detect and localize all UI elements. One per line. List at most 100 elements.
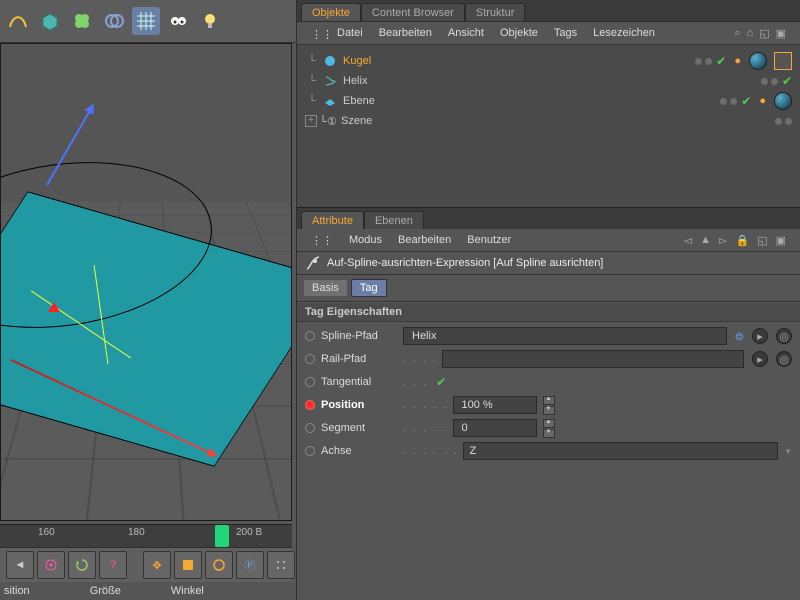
section-header: Tag Eigenschaften [297,302,800,322]
grid-tool-icon[interactable] [132,7,160,35]
position-input[interactable] [460,398,530,412]
param-tangential: Tangential . . . ✔ [297,372,800,392]
scale-button[interactable] [174,551,202,579]
param-segment: Segment . . . . . ▲▼ [297,418,800,438]
expand-icon[interactable]: ▣ [776,27,786,40]
chip-tag[interactable]: Tag [351,279,387,297]
bulb-tool-icon[interactable] [196,7,224,35]
lock-icon[interactable]: 🔒 [735,234,749,247]
picker-button[interactable]: ▸ [752,328,768,344]
dropdown-arrow-icon[interactable]: ▼ [784,447,792,456]
keyframe-icon[interactable]: ● [759,95,766,107]
param-dots: . . . . . . [403,445,459,457]
param-label: Position [321,399,399,411]
eyes-tool-icon[interactable] [164,7,192,35]
undock-icon[interactable]: ◱ [759,27,769,40]
tree-row-ebene[interactable]: └ Ebene ✔ ● [305,91,792,111]
param-dots: . . . [403,376,428,388]
search-icon[interactable]: ⌕ [734,27,740,40]
object-tree: └ Kugel ✔ ● └ Helix ✔ └ Ebene ✔ ● [297,45,800,207]
attr-menu-bearbeiten[interactable]: Bearbeiten [398,234,451,246]
menu-datei[interactable]: Datei [337,27,363,39]
segment-input[interactable] [460,421,530,435]
spline-tool-icon[interactable] [4,7,32,35]
link-icon[interactable]: ⊜ [735,330,744,343]
nav-back-button[interactable]: ◄ [6,551,34,579]
param-position: Position . . . . . ▲▼ [297,395,800,415]
visibility-check-icon[interactable]: ✔ [782,75,792,87]
rail-path-field[interactable] [442,350,744,368]
picker-button[interactable]: ▸ [752,351,768,367]
visibility-check-icon[interactable]: ✔ [716,55,726,67]
segment-spinner[interactable]: ▲▼ [543,419,555,438]
helix-icon [323,74,337,88]
chip-basis[interactable]: Basis [303,279,348,297]
tangential-checkbox[interactable]: ✔ [436,376,446,388]
viewport[interactable] [0,43,292,521]
clover-tool-icon[interactable] [68,7,96,35]
anim-toggle[interactable] [305,331,315,341]
cube-tool-icon[interactable] [36,7,64,35]
pivot-button[interactable]: Ⓟ [236,551,264,579]
tab-struktur[interactable]: Struktur [465,3,526,21]
spline-path-field[interactable] [403,327,727,345]
material-tag-icon[interactable] [749,52,767,70]
keyframe-icon[interactable]: ● [734,55,741,67]
position-field[interactable] [453,396,537,414]
footer-label-size: Größe [90,585,121,597]
menu-lesezeichen[interactable]: Lesezeichen [593,27,655,39]
visibility-check-icon[interactable]: ✔ [741,95,751,107]
target-picker-button[interactable]: ◎ [776,351,792,367]
align-spline-icon [305,256,319,270]
rail-path-input[interactable] [449,352,737,366]
align-spline-tag-icon[interactable] [774,52,792,70]
achse-dropdown[interactable]: Z [463,442,778,460]
tree-row-szene[interactable]: + └① Szene [305,111,792,131]
rotate-button[interactable] [205,551,233,579]
tree-label: Ebene [341,95,375,107]
timeline-playhead[interactable] [215,525,229,547]
boolean-tool-icon[interactable] [100,7,128,35]
help-button[interactable]: ? [99,551,127,579]
tree-row-kugel[interactable]: └ Kugel ✔ ● [305,51,792,71]
nav-up-icon[interactable]: ▲ [700,234,711,247]
expand-icon[interactable]: ▣ [776,234,786,247]
menu-objekte[interactable]: Objekte [500,27,538,39]
material-tag-icon[interactable] [774,92,792,110]
object-marker [48,302,58,312]
menu-grip-icon[interactable]: ⋮⋮ [311,28,321,38]
spline-path-input[interactable] [410,329,720,343]
anim-toggle[interactable] [305,354,315,364]
attr-menu-modus[interactable]: Modus [349,234,382,246]
tab-objekte[interactable]: Objekte [301,3,361,21]
home-icon[interactable]: ⌂ [747,27,754,40]
tab-content-browser[interactable]: Content Browser [361,3,465,21]
menu-grip-icon[interactable]: ⋮⋮ [311,234,333,247]
anim-toggle[interactable] [305,446,315,456]
undock-icon[interactable]: ◱ [757,234,767,247]
nav-next-icon[interactable]: ▻ [719,234,727,247]
position-spinner[interactable]: ▲▼ [543,396,555,415]
menu-ansicht[interactable]: Ansicht [448,27,484,39]
bottom-toolbar: ◄ ? ✥ Ⓟ ▮▮ [0,547,292,582]
target-picker-button[interactable]: ◎ [776,328,792,344]
tab-attribute[interactable]: Attribute [301,211,364,229]
menu-tags[interactable]: Tags [554,27,577,39]
grid-snap-button[interactable] [267,551,295,579]
tab-ebenen[interactable]: Ebenen [364,211,424,229]
menu-bearbeiten[interactable]: Bearbeiten [379,27,432,39]
attr-menu-benutzer[interactable]: Benutzer [467,234,511,246]
footer-labels: sition Größe Winkel [0,582,296,600]
anim-toggle[interactable] [305,423,315,433]
chip-row: Basis Tag [297,275,800,302]
segment-field[interactable] [453,419,537,437]
timeline[interactable]: 160 180 200 B [0,524,292,547]
tree-row-helix[interactable]: └ Helix ✔ [305,71,792,91]
target-button[interactable] [37,551,65,579]
reset-button[interactable] [68,551,96,579]
anim-toggle[interactable] [305,377,315,387]
move-button[interactable]: ✥ [143,551,171,579]
nav-prev-icon[interactable]: ◅ [684,234,692,247]
anim-toggle[interactable] [305,400,315,410]
param-dots: . . . . [403,353,438,365]
